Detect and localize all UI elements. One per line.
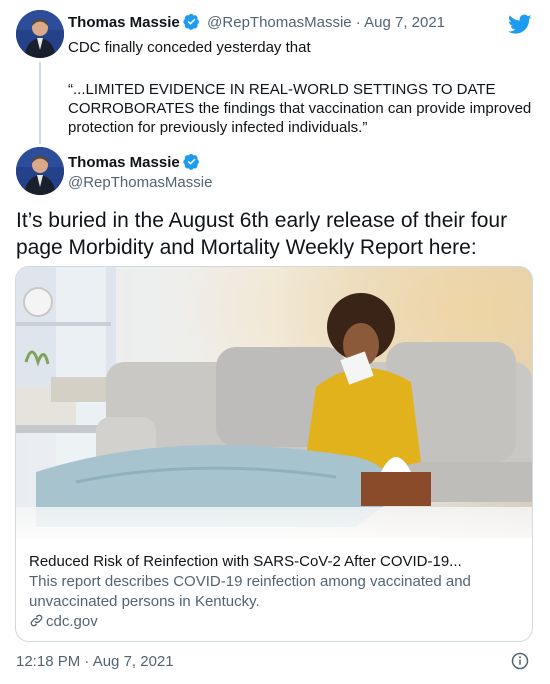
- quoted-tweet-quote-line3: protection for previously infected indiv…: [68, 119, 368, 136]
- author-name[interactable]: Thomas Massie: [68, 154, 180, 171]
- tweet-text-line2: page Morbidity and Mortality Weekly Repo…: [16, 236, 477, 259]
- link-preview-card[interactable]: Reduced Risk of Reinfection with SARS-Co…: [15, 266, 533, 642]
- verified-badge-icon: [183, 153, 200, 170]
- twitter-bird-icon[interactable]: [508, 12, 532, 36]
- main-tweet-author: Thomas Massie: [68, 153, 200, 172]
- link-icon: [29, 613, 44, 633]
- card-domain: cdc.gov: [46, 613, 98, 630]
- thread-connector: [39, 62, 41, 144]
- avatar[interactable]: [16, 147, 64, 195]
- author-name[interactable]: Thomas Massie: [68, 14, 180, 31]
- quoted-tweet-line1: CDC finally conceded yesterday that: [68, 39, 311, 56]
- author-handle[interactable]: @RepThomasMassie: [68, 174, 212, 191]
- quoted-tweet-quote-line1: “...LIMITED EVIDENCE IN REAL-WORLD SETTI…: [68, 81, 496, 98]
- woman-sick-on-couch-photo: [16, 267, 532, 538]
- handle-and-date[interactable]: @RepThomasMassie · Aug 7, 2021: [207, 14, 445, 31]
- quoted-tweet-header: Thomas Massie @RepThomasMassie · Aug 7, …: [68, 13, 445, 32]
- tweet-timestamp[interactable]: 12:18 PM · Aug 7, 2021: [16, 653, 174, 670]
- card-domain-row: cdc.gov: [29, 613, 98, 633]
- info-icon[interactable]: [511, 652, 529, 670]
- quoted-tweet-quote-line2: CORROBORATES the findings that vaccinati…: [68, 100, 532, 117]
- card-description-line2: unvaccinated persons in Kentucky.: [29, 593, 260, 610]
- card-title[interactable]: Reduced Risk of Reinfection with SARS-Co…: [29, 553, 462, 570]
- tweet-text-line1: It’s buried in the August 6th early rele…: [16, 209, 508, 232]
- avatar[interactable]: [16, 10, 64, 58]
- card-description-line1: This report describes COVID-19 reinfecti…: [29, 573, 471, 590]
- verified-badge-icon: [183, 13, 200, 30]
